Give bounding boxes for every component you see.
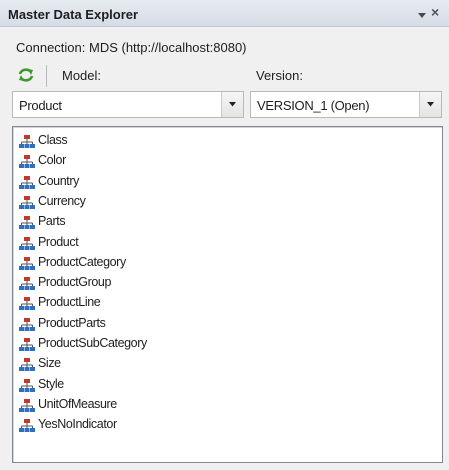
entity-hierarchy-icon	[19, 256, 35, 271]
entity-label: ProductLine	[38, 295, 101, 310]
pane-title: Master Data Explorer	[8, 7, 139, 22]
entity-hierarchy-icon	[19, 236, 35, 251]
chevron-down-icon	[229, 102, 236, 107]
entity-list[interactable]: Class Color Country Currency Parts Product Pro…	[12, 126, 443, 463]
entity-hierarchy-icon	[19, 317, 35, 332]
entity-list-item[interactable]: ProductCategory	[17, 253, 417, 273]
entity-list-item[interactable]: Style	[17, 375, 417, 395]
entity-hierarchy-icon	[19, 358, 35, 372]
version-dropdown[interactable]: VERSION_1 (Open)	[250, 91, 442, 118]
entity-list-item[interactable]: Country	[17, 172, 417, 192]
version-selected-value: VERSION_1 (Open)	[257, 98, 370, 113]
entity-hierarchy-icon	[19, 378, 35, 393]
entity-label: ProductGroup	[38, 275, 112, 290]
entity-hierarchy-icon	[19, 155, 35, 169]
entity-list-item[interactable]: ProductSubCategory	[17, 334, 417, 354]
entity-list-item[interactable]: Class	[17, 131, 417, 151]
entity-list-item[interactable]: Size	[17, 354, 417, 374]
entity-label: Size	[38, 356, 61, 371]
close-icon[interactable]: ×	[431, 4, 445, 20]
model-selected-value: Product	[19, 98, 62, 113]
entity-label: Style	[38, 376, 64, 391]
entity-list-item[interactable]: ProductLine	[17, 293, 417, 313]
entity-hierarchy-icon	[19, 338, 35, 352]
entity-hierarchy-icon	[19, 419, 35, 433]
entity-label: ProductParts	[38, 315, 106, 330]
entity-list-item[interactable]: Color	[17, 151, 417, 171]
entity-list-item[interactable]: Product	[17, 233, 417, 253]
entity-label: Color	[38, 153, 66, 168]
refresh-icon[interactable]	[17, 67, 35, 83]
toolbar-separator	[46, 65, 47, 87]
entity-hierarchy-icon	[19, 195, 35, 210]
version-dropdown-button[interactable]	[419, 92, 441, 117]
pane-title-bar: Master Data Explorer ×	[0, 0, 449, 27]
version-label: Version:	[256, 68, 303, 83]
entity-hierarchy-icon	[19, 216, 35, 230]
entity-hierarchy-icon	[19, 297, 35, 311]
entity-list-item[interactable]: Parts	[17, 212, 417, 232]
connection-text: Connection: MDS (http://localhost:8080)	[16, 40, 247, 55]
entity-hierarchy-icon	[19, 175, 35, 190]
entity-label: Product	[38, 234, 79, 249]
entity-label: ProductSubCategory	[38, 336, 147, 350]
chevron-down-icon	[427, 102, 434, 107]
entity-list-item[interactable]: ProductGroup	[17, 273, 417, 293]
entity-label: Country	[38, 173, 79, 188]
entity-label: ProductCategory	[38, 254, 126, 269]
master-data-explorer-pane: Master Data Explorer × Connection: MDS (…	[0, 0, 449, 470]
model-dropdown[interactable]: Product	[12, 91, 244, 118]
entity-list-item[interactable]: YesNoIndicator	[17, 415, 417, 435]
entity-list-item[interactable]: UnitOfMeasure	[17, 395, 417, 415]
entity-label: Currency	[38, 193, 86, 208]
entity-hierarchy-icon	[19, 277, 35, 291]
model-dropdown-button[interactable]	[221, 92, 243, 117]
entity-list-item[interactable]: ProductParts	[17, 314, 417, 334]
entity-label: Class	[38, 133, 68, 147]
model-label: Model:	[62, 68, 102, 83]
entity-hierarchy-icon	[19, 398, 35, 413]
pane-options-icon[interactable]	[417, 9, 427, 19]
entity-list-item[interactable]: Currency	[17, 192, 417, 212]
entity-label: UnitOfMeasure	[38, 396, 117, 411]
entity-label: YesNoIndicator	[38, 417, 117, 432]
entity-label: Parts	[38, 214, 66, 229]
entity-hierarchy-icon	[19, 135, 35, 149]
